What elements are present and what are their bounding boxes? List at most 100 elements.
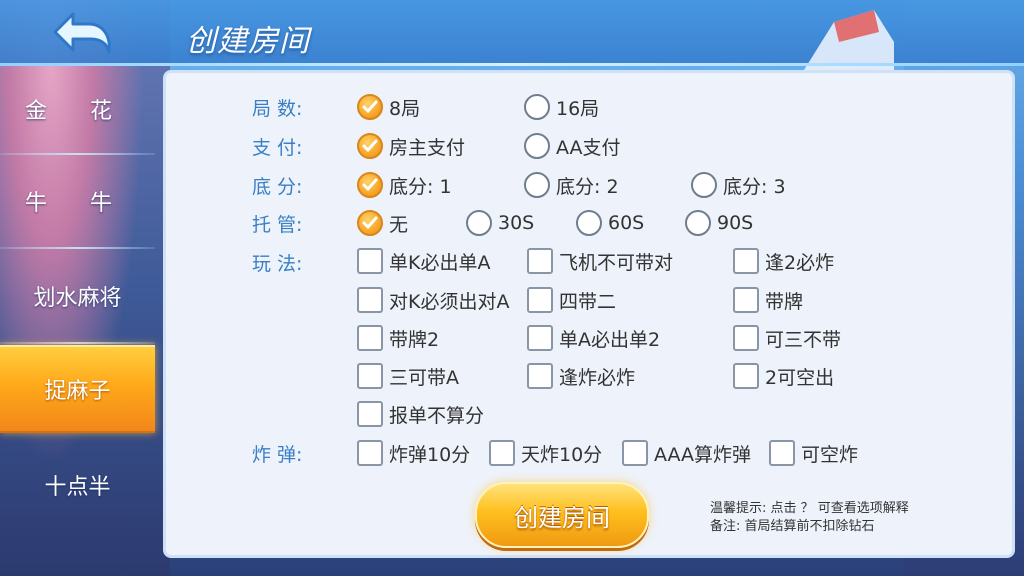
hosting-option-30s[interactable]: 30S [466, 208, 534, 238]
sidebar-item-zhuomazi[interactable]: 捉麻子 [0, 345, 155, 433]
sidebar-item-label: 捉麻子 [44, 379, 111, 404]
sidebar-item-niuniu[interactable]: 牛 牛 [0, 158, 155, 244]
radio-unchecked [524, 172, 550, 198]
radio-checked [357, 133, 383, 159]
radio-unchecked [524, 133, 550, 159]
rounds-option-8[interactable]: 8局 [357, 92, 420, 122]
option-label: 无 [389, 213, 409, 236]
rule-checkbox[interactable]: 逢炸必炸 [527, 361, 635, 391]
sidebar-item-huashui-majiang[interactable]: 划水麻将 [0, 253, 155, 339]
rule-checkbox[interactable]: 带牌 [733, 285, 803, 315]
hosting-option-60s[interactable]: 60S [576, 208, 644, 238]
sidebar-item-jinhua[interactable]: 金 花 [0, 66, 155, 152]
sidebar-item-label: 金 花 [25, 99, 130, 124]
rule-checkbox[interactable]: 2可空出 [733, 361, 834, 391]
sidebar-divider [0, 153, 155, 155]
checkbox [733, 248, 759, 274]
sidebar-item-shidianban[interactable]: 十点半 [0, 442, 155, 528]
rule-checkbox[interactable]: 单K必出单A [357, 246, 490, 276]
checkbox [733, 363, 759, 389]
checkbox [733, 325, 759, 351]
option-label: AA支付 [556, 136, 621, 159]
bombs-label: 炸 弹: [252, 444, 303, 466]
radio-checked [357, 94, 383, 120]
hosting-option-none[interactable]: 无 [357, 208, 408, 238]
game-sidebar: 金 花 牛 牛 划水麻将 捉麻子 十点半 [0, 66, 155, 536]
rule-checkbox[interactable]: 带牌2 [357, 323, 439, 353]
checkbox [622, 440, 648, 466]
checkbox [769, 440, 795, 466]
option-label: 单A必出单2 [559, 328, 661, 351]
option-label: 房主支付 [389, 136, 466, 159]
rule-checkbox[interactable]: 报单不算分 [357, 399, 484, 429]
radio-checked [357, 210, 383, 236]
option-label: 90S [717, 212, 754, 234]
option-label: 30S [498, 212, 535, 234]
option-label: 报单不算分 [389, 404, 485, 427]
hosting-label: 托 管: [252, 214, 303, 236]
sidebar-item-label: 牛 牛 [25, 191, 130, 216]
create-room-button[interactable]: 创建房间 [475, 482, 649, 548]
rule-checkbox[interactable]: 三可带A [357, 361, 459, 391]
rule-checkbox[interactable]: 四带二 [527, 285, 616, 315]
back-button[interactable] [48, 8, 118, 56]
hosting-option-90s[interactable]: 90S [685, 208, 753, 238]
option-label: 带牌 [765, 290, 804, 313]
radio-unchecked [524, 94, 550, 120]
base-score-option-1[interactable]: 底分: 1 [357, 170, 452, 200]
base-score-label: 底 分: [252, 176, 303, 198]
rule-checkbox[interactable]: 可三不带 [733, 323, 841, 353]
checkbox [733, 287, 759, 313]
rounds-option-16[interactable]: 16局 [524, 92, 599, 122]
checkbox [527, 248, 553, 274]
payment-option-host[interactable]: 房主支付 [357, 131, 465, 161]
base-score-option-3[interactable]: 底分: 3 [691, 170, 786, 200]
option-label: 可三不带 [765, 328, 842, 351]
tip-note: 备注: 首局结算前不扣除钻石 [710, 519, 875, 534]
rule-checkbox[interactable]: 逢2必炸 [733, 246, 834, 276]
checkmark-icon [362, 139, 378, 153]
option-label: 2可空出 [765, 366, 835, 389]
option-label: 可空炸 [801, 443, 859, 466]
sidebar-divider [0, 342, 155, 344]
payment-option-aa[interactable]: AA支付 [524, 131, 621, 161]
radio-unchecked [691, 172, 717, 198]
option-label: 底分: 1 [389, 175, 452, 198]
option-label: 单K必出单A [389, 251, 491, 274]
option-label: 飞机不可带对 [559, 251, 674, 274]
option-label: 逢2必炸 [765, 251, 835, 274]
option-label: 16局 [556, 97, 600, 120]
decorative-building-icon [804, 10, 894, 70]
rule-checkbox[interactable]: 飞机不可带对 [527, 246, 673, 276]
checkbox [527, 287, 553, 313]
base-score-option-2[interactable]: 底分: 2 [524, 170, 619, 200]
checkmark-icon [362, 100, 378, 114]
option-label: 60S [608, 212, 645, 234]
option-label: 底分: 3 [723, 175, 786, 198]
rule-checkbox[interactable]: 对K必须出对A [357, 285, 509, 315]
sidebar-divider [0, 247, 155, 249]
payment-label: 支 付: [252, 137, 303, 159]
rounds-label: 局 数: [252, 98, 303, 120]
radio-checked [357, 172, 383, 198]
bomb-checkbox[interactable]: 炸弹10分 [357, 438, 470, 468]
checkbox [357, 287, 383, 313]
page-title: 创建房间 [186, 24, 310, 59]
sidebar-item-label: 划水麻将 [33, 286, 122, 311]
back-arrow-icon [53, 12, 111, 54]
option-label: 天炸10分 [521, 443, 603, 466]
radio-unchecked [466, 210, 492, 236]
bomb-checkbox[interactable]: 天炸10分 [489, 438, 602, 468]
option-label: 三可带A [389, 366, 459, 389]
option-label: 8局 [389, 97, 421, 120]
radio-unchecked [576, 210, 602, 236]
option-label: 底分: 2 [556, 175, 619, 198]
option-label: 对K必须出对A [389, 290, 510, 313]
bomb-checkbox[interactable]: AAA算炸弹 [622, 438, 751, 468]
bomb-checkbox[interactable]: 可空炸 [769, 438, 858, 468]
checkmark-icon [362, 216, 378, 230]
checkbox [527, 325, 553, 351]
rule-checkbox[interactable]: 单A必出单2 [527, 323, 660, 353]
checkmark-icon [362, 178, 378, 192]
top-bar: 创建房间 [0, 0, 1024, 70]
